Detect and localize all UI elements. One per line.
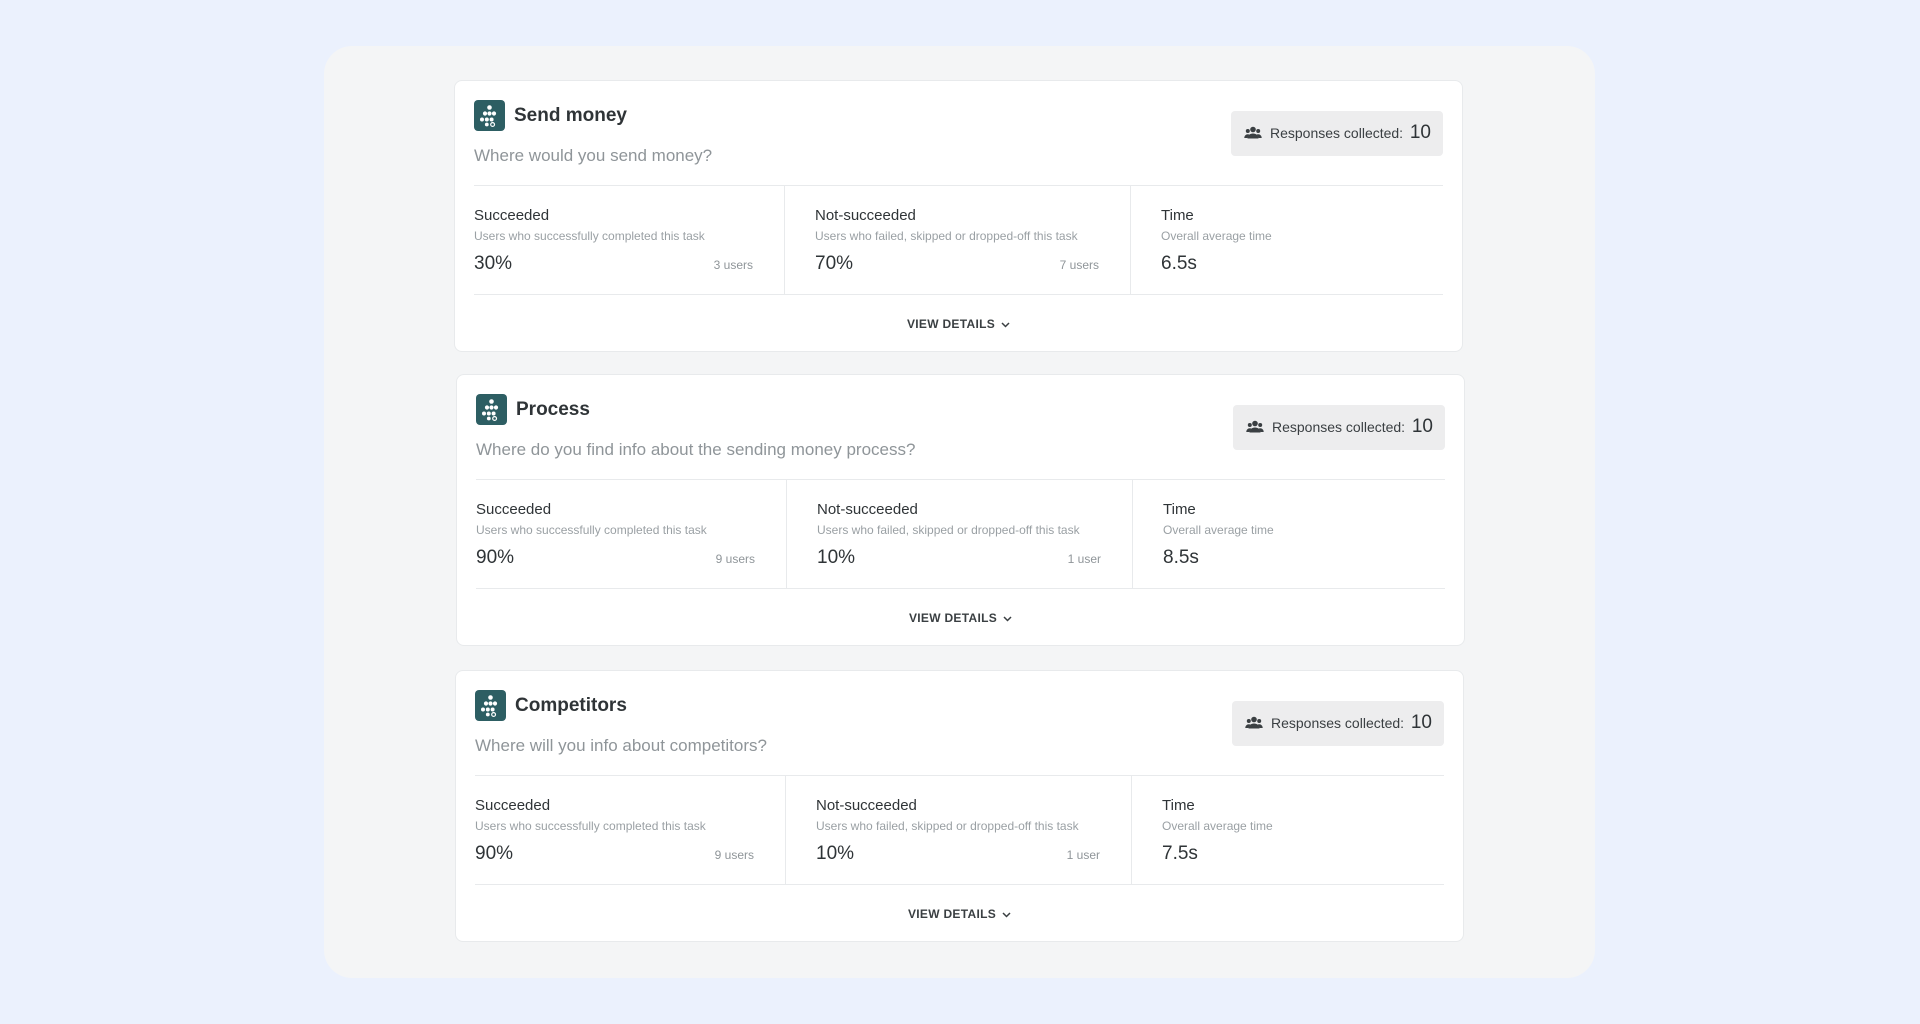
not-succeeded-percent: 10% bbox=[817, 547, 856, 568]
responses-count: 10 bbox=[1410, 712, 1432, 733]
divider bbox=[474, 294, 1443, 295]
results-panel: Send money Where would you send money? R… bbox=[324, 46, 1595, 978]
view-details-label: VIEW DETAILS bbox=[907, 907, 997, 921]
time-title: Time bbox=[1161, 207, 1194, 224]
responses-collected-badge: Responses collected: 10 bbox=[1233, 405, 1445, 450]
task-question: Where will you info about competitors? bbox=[475, 736, 767, 755]
not-succeeded-title: Not-succeeded bbox=[817, 501, 918, 518]
not-succeeded-description: Users who failed, skipped or dropped-off… bbox=[816, 819, 1079, 833]
not-succeeded-description: Users who failed, skipped or dropped-off… bbox=[815, 229, 1078, 243]
succeeded-percent: 90% bbox=[475, 843, 514, 864]
task-card-process: Process Where do you find info about the… bbox=[456, 374, 1465, 646]
users-icon bbox=[1244, 126, 1262, 139]
not-succeeded-users: 1 user bbox=[1066, 848, 1100, 862]
succeeded-metric: Succeeded Users who successfully complet… bbox=[476, 480, 786, 588]
succeeded-percent: 90% bbox=[476, 547, 515, 568]
responses-label: Responses collected: bbox=[1271, 715, 1405, 731]
responses-label: Responses collected: bbox=[1272, 419, 1406, 435]
time-title: Time bbox=[1162, 797, 1195, 814]
average-time: 8.5s bbox=[1163, 547, 1199, 568]
average-time: 7.5s bbox=[1162, 843, 1198, 864]
task-header: Send money Where would you send money? R… bbox=[474, 100, 1443, 184]
users-icon bbox=[1245, 716, 1263, 729]
responses-count: 10 bbox=[1411, 416, 1433, 437]
not-succeeded-users: 7 users bbox=[1059, 258, 1099, 272]
not-succeeded-metric: Not-succeeded Users who failed, skipped … bbox=[784, 186, 1130, 294]
time-metric: Time Overall average time 6.5s bbox=[1130, 186, 1430, 294]
tree-structure-icon bbox=[475, 690, 506, 721]
task-metrics: Succeeded Users who successfully complet… bbox=[476, 480, 1445, 588]
chevron-down-icon bbox=[1002, 912, 1011, 918]
responses-count: 10 bbox=[1409, 122, 1431, 143]
divider bbox=[475, 884, 1444, 885]
responses-collected-badge: Responses collected: 10 bbox=[1232, 701, 1444, 746]
task-question: Where do you find info about the sending… bbox=[476, 440, 916, 459]
task-metrics: Succeeded Users who successfully complet… bbox=[474, 186, 1443, 294]
task-title: Process bbox=[516, 399, 590, 420]
responses-collected-badge: Responses collected: 10 bbox=[1231, 111, 1443, 156]
succeeded-percent: 30% bbox=[474, 253, 513, 274]
succeeded-title: Succeeded bbox=[475, 797, 551, 814]
task-card-send-money: Send money Where would you send money? R… bbox=[454, 80, 1463, 352]
view-details-button[interactable]: VIEW DETAILS bbox=[455, 317, 1462, 331]
time-title: Time bbox=[1163, 501, 1196, 518]
chevron-down-icon bbox=[1001, 322, 1010, 328]
not-succeeded-metric: Not-succeeded Users who failed, skipped … bbox=[785, 776, 1131, 884]
task-title: Send money bbox=[514, 105, 627, 126]
succeeded-description: Users who successfully completed this ta… bbox=[475, 819, 706, 833]
not-succeeded-percent: 70% bbox=[815, 253, 854, 274]
view-details-button[interactable]: VIEW DETAILS bbox=[456, 907, 1463, 921]
succeeded-description: Users who successfully completed this ta… bbox=[476, 523, 707, 537]
task-card-competitors: Competitors Where will you info about co… bbox=[455, 670, 1464, 942]
view-details-label: VIEW DETAILS bbox=[906, 317, 996, 331]
time-metric: Time Overall average time 8.5s bbox=[1132, 480, 1432, 588]
task-header: Competitors Where will you info about co… bbox=[475, 690, 1444, 774]
succeeded-title: Succeeded bbox=[474, 207, 550, 224]
divider bbox=[476, 588, 1445, 589]
task-metrics: Succeeded Users who successfully complet… bbox=[475, 776, 1444, 884]
not-succeeded-title: Not-succeeded bbox=[815, 207, 916, 224]
tree-structure-icon bbox=[474, 100, 505, 131]
task-title: Competitors bbox=[515, 695, 627, 716]
chevron-down-icon bbox=[1003, 616, 1012, 622]
task-header: Process Where do you find info about the… bbox=[476, 394, 1445, 478]
average-time: 6.5s bbox=[1161, 253, 1197, 274]
view-details-button[interactable]: VIEW DETAILS bbox=[457, 611, 1464, 625]
succeeded-metric: Succeeded Users who successfully complet… bbox=[474, 186, 784, 294]
time-description: Overall average time bbox=[1163, 523, 1274, 537]
not-succeeded-metric: Not-succeeded Users who failed, skipped … bbox=[786, 480, 1132, 588]
users-icon bbox=[1246, 420, 1264, 433]
not-succeeded-title: Not-succeeded bbox=[816, 797, 917, 814]
not-succeeded-description: Users who failed, skipped or dropped-off… bbox=[817, 523, 1080, 537]
succeeded-users: 3 users bbox=[713, 258, 753, 272]
succeeded-metric: Succeeded Users who successfully complet… bbox=[475, 776, 785, 884]
succeeded-users: 9 users bbox=[715, 552, 755, 566]
task-question: Where would you send money? bbox=[474, 146, 713, 165]
responses-label: Responses collected: bbox=[1270, 125, 1404, 141]
not-succeeded-percent: 10% bbox=[816, 843, 855, 864]
not-succeeded-users: 1 user bbox=[1067, 552, 1101, 566]
succeeded-title: Succeeded bbox=[476, 501, 552, 518]
time-metric: Time Overall average time 7.5s bbox=[1131, 776, 1431, 884]
succeeded-description: Users who successfully completed this ta… bbox=[474, 229, 705, 243]
time-description: Overall average time bbox=[1161, 229, 1272, 243]
succeeded-users: 9 users bbox=[714, 848, 754, 862]
view-details-label: VIEW DETAILS bbox=[908, 611, 998, 625]
time-description: Overall average time bbox=[1162, 819, 1273, 833]
tree-structure-icon bbox=[476, 394, 507, 425]
